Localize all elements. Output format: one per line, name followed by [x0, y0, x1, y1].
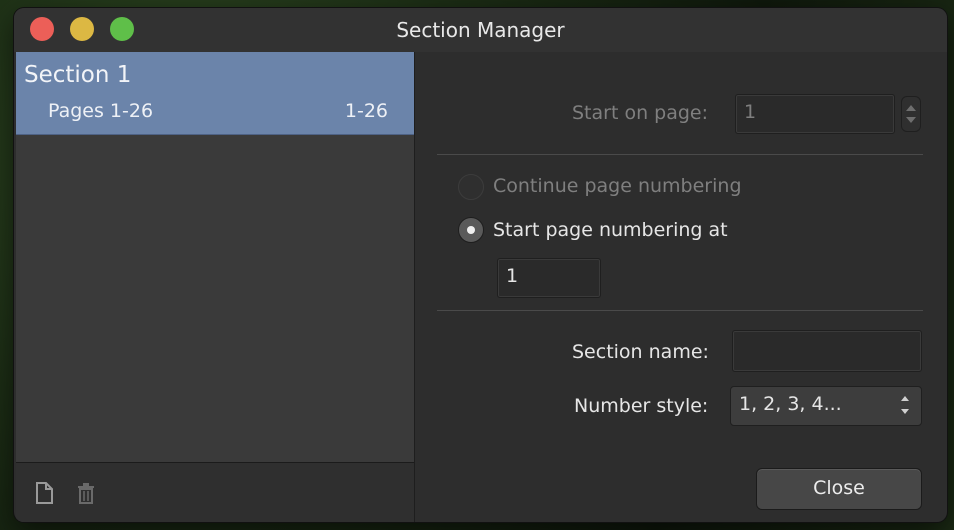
- start-numbering-radio[interactable]: [458, 217, 484, 243]
- section-name-label: Section name:: [572, 341, 709, 363]
- close-button-label: Close: [813, 477, 865, 499]
- start-numbering-value: 1: [506, 265, 519, 287]
- start-on-page-stepper[interactable]: [901, 96, 921, 132]
- section-list-pane: Section 1 Pages 1-26 1-26: [16, 52, 414, 522]
- number-style-value: 1, 2, 3, 4...: [739, 393, 842, 415]
- section-name-field[interactable]: [732, 330, 922, 372]
- continue-numbering-label: Continue page numbering: [493, 175, 742, 197]
- new-page-icon[interactable]: [30, 479, 58, 507]
- start-numbering-label: Start page numbering at: [493, 219, 728, 241]
- trash-icon[interactable]: [72, 479, 100, 507]
- continue-numbering-radio[interactable]: [458, 174, 484, 200]
- start-on-page-value: 1: [744, 101, 757, 123]
- window-title: Section Manager: [396, 18, 565, 42]
- number-style-select[interactable]: 1, 2, 3, 4...: [730, 386, 922, 426]
- start-on-page-field[interactable]: 1: [735, 94, 895, 134]
- section-manager-window: Section Manager Section 1 Pages 1-26 1-2…: [14, 8, 947, 522]
- start-numbering-field[interactable]: 1: [497, 258, 601, 298]
- section-pages-label: Pages 1-26: [48, 100, 154, 122]
- divider: [437, 310, 923, 311]
- stepper-down-icon: [906, 117, 916, 123]
- title-bar: Section Manager: [14, 8, 947, 52]
- section-name: Section 1: [24, 62, 132, 88]
- start-on-page-label: Start on page:: [572, 102, 709, 124]
- section-list-item[interactable]: Section 1 Pages 1-26 1-26: [16, 52, 414, 135]
- number-style-label: Number style:: [574, 395, 709, 417]
- chevron-up-down-icon: [901, 394, 911, 416]
- section-list-footer: [16, 462, 414, 522]
- section-page-range: 1-26: [344, 100, 388, 122]
- section-settings-pane: Start on page: 1 Continue page numbering…: [415, 52, 947, 522]
- stepper-up-icon: [906, 105, 916, 111]
- close-button[interactable]: Close: [756, 468, 922, 510]
- divider: [437, 154, 923, 155]
